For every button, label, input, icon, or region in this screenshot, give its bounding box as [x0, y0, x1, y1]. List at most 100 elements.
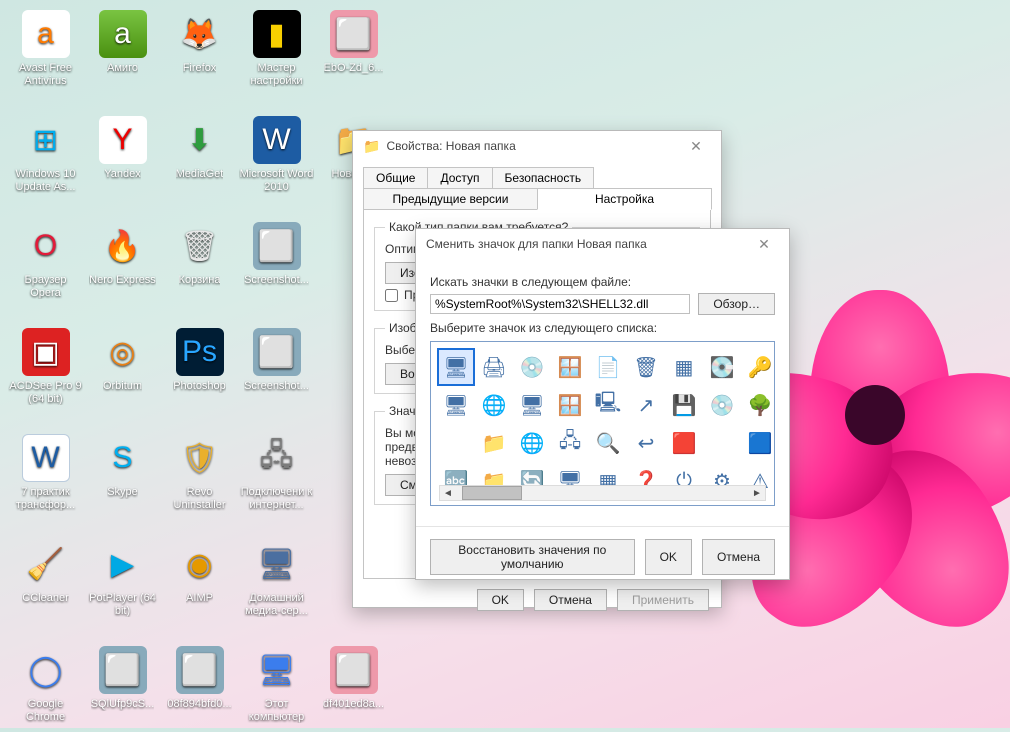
icon-choice[interactable]: 🖳	[591, 388, 625, 422]
desktop-shortcut[interactable]: 🦊Firefox	[162, 10, 237, 96]
desktop-shortcut[interactable]: WMicrosoft Word 2010	[239, 116, 314, 202]
icon-picker-list[interactable]: 🖥🖨💿🪟📄🗑▦💽🔑🖥🌐🖥🪟🖳↗💾💿🌳 📁🌐🖧🔍↩🟥 🟦🔤📁🔄🖥▦❓⏻⚙⚠📁⭐🔒 …	[430, 341, 775, 506]
close-icon[interactable]: ✕	[677, 134, 715, 158]
icon-choice[interactable]: 🖥	[515, 388, 549, 422]
restore-defaults-button[interactable]: Восстановить значения по умолчанию	[430, 539, 635, 575]
icon-choice[interactable]: 💾	[667, 388, 701, 422]
icon-choice[interactable]: 🪟	[553, 350, 587, 384]
icon-choice[interactable]: 🗑	[629, 350, 663, 384]
tab-Настройка[interactable]: Настройка	[537, 188, 712, 210]
desktop-shortcut[interactable]: ⬜Screenshot...	[239, 328, 314, 414]
shortcut-icon: 🖥	[253, 646, 301, 694]
ok-button[interactable]: OK	[477, 589, 524, 611]
desktop-shortcut[interactable]: YYandex	[85, 116, 160, 202]
desktop-shortcut[interactable]: ⊞Windows 10 Update As...	[8, 116, 83, 202]
ok-button[interactable]: OK	[645, 539, 692, 575]
shortcut-icon: Ps	[176, 328, 224, 376]
desktop-shortcut[interactable]: ◎Orbitum	[85, 328, 160, 414]
icon-choice[interactable]: 💿	[705, 388, 739, 422]
icon-choice[interactable]: 📁	[477, 426, 511, 460]
desktop-shortcut[interactable]: 🖥Этот компьютер	[239, 646, 314, 732]
shortcut-label: df401ed8a...	[323, 698, 384, 711]
icon-choice[interactable]: 🟥	[667, 426, 701, 460]
icon-file-path-input[interactable]	[430, 294, 690, 314]
tab-Предыдущие версии[interactable]: Предыдущие версии	[363, 188, 538, 210]
scroll-right-icon[interactable]: ►	[749, 486, 765, 500]
desktop-shortcut[interactable]: ▶PotPlayer (64 bit)	[85, 540, 160, 626]
icon-choice[interactable]: 🖧	[553, 426, 587, 460]
icon-choice[interactable]: 🌳	[743, 388, 775, 422]
shortcut-label: Screenshot...	[244, 380, 309, 393]
scroll-thumb[interactable]	[462, 486, 522, 500]
icon-choice[interactable]: ▦	[667, 350, 701, 384]
shortcut-icon: a	[22, 10, 70, 58]
cancel-button[interactable]: Отмена	[534, 589, 607, 611]
icon-choice[interactable]: 🖨	[477, 350, 511, 384]
browse-button[interactable]: Обзор…	[698, 293, 775, 315]
desktop-shortcut[interactable]: ◉AIMP	[162, 540, 237, 626]
desktop-shortcut[interactable]: SSkype	[85, 434, 160, 520]
icon-choice[interactable]: 🔍	[591, 426, 625, 460]
tab-Общие[interactable]: Общие	[363, 167, 428, 189]
close-icon[interactable]: ✕	[745, 232, 783, 256]
scroll-left-icon[interactable]: ◄	[440, 486, 456, 500]
icon-choice[interactable]: 🟦	[743, 426, 775, 460]
icon-choice[interactable]: 🔒	[515, 502, 549, 506]
shortcut-label: Firefox	[183, 62, 217, 75]
desktop-shortcut[interactable]: 🧹CCleaner	[8, 540, 83, 626]
desktop-shortcut[interactable]: 🖧Подключени к интернет...	[239, 434, 314, 520]
desktop-shortcut[interactable]: 🛡Revo Uninstaller	[162, 434, 237, 520]
icon-choice[interactable]: 🌐	[477, 388, 511, 422]
tab-Доступ[interactable]: Доступ	[427, 167, 492, 189]
desktop-shortcut[interactable]: aАмиго	[85, 10, 160, 96]
desktop-shortcut[interactable]: ⬜df401ed8a...	[316, 646, 391, 732]
shortcut-icon: W	[253, 116, 301, 164]
desktop-shortcut[interactable]: PsPhotoshop	[162, 328, 237, 414]
shortcut-label: Google Chrome	[8, 698, 83, 723]
shortcut-label: MediaGet	[176, 168, 224, 181]
desktop-shortcut[interactable]: ⬇MediaGet	[162, 116, 237, 202]
icon-choice[interactable]: 💽	[705, 350, 739, 384]
desktop-shortcut[interactable]: 🔥Nero Express	[85, 222, 160, 308]
desktop-shortcut[interactable]: ⬜SQlUfp9cS...	[85, 646, 160, 732]
shortcut-icon: Y	[99, 116, 147, 164]
shortcut-icon: 🔥	[99, 222, 147, 270]
desktop-shortcut[interactable]: ◯Google Chrome	[8, 646, 83, 732]
desktop-shortcut[interactable]: ⬜EbO-Zd_6...	[316, 10, 391, 96]
checkbox[interactable]	[385, 289, 398, 302]
icon-choice[interactable]	[439, 426, 473, 460]
desktop-shortcut[interactable]: 🖥Домашний медиа-сер...	[239, 540, 314, 626]
icon-choice[interactable]: 🪟	[553, 388, 587, 422]
desktop-shortcut[interactable]: W7 практик трансфор...	[8, 434, 83, 520]
icon-choice[interactable]: 📄	[591, 350, 625, 384]
desktop-shortcut[interactable]: OБраузер Opera	[8, 222, 83, 308]
icon-choice[interactable]: 🖥	[439, 388, 473, 422]
desktop-shortcut[interactable]: ▮Мастер настройки	[239, 10, 314, 96]
desktop-shortcut[interactable]: 🗑Корзина	[162, 222, 237, 308]
change-icon-titlebar[interactable]: Сменить значок для папки Новая папка ✕	[416, 229, 789, 259]
icon-choice[interactable]: 📁	[439, 502, 473, 506]
scrollbar[interactable]: ◄ ►	[439, 485, 766, 501]
icon-choice[interactable]: ↩	[629, 426, 663, 460]
icon-choice[interactable]: 🌐	[515, 426, 549, 460]
desktop-shortcut[interactable]: aAvast Free Antivirus	[8, 10, 83, 96]
properties-titlebar[interactable]: 📁 Свойства: Новая папка ✕	[353, 131, 721, 161]
cancel-button[interactable]: Отмена	[702, 539, 775, 575]
shortcut-label: Подключени к интернет...	[239, 486, 314, 511]
apply-button[interactable]: Применить	[617, 589, 709, 611]
icon-choice[interactable]: 🔑	[743, 350, 775, 384]
icon-choice[interactable]: 💿	[515, 350, 549, 384]
shortcut-icon: S	[99, 434, 147, 482]
icon-choice[interactable]: ⭐	[477, 502, 511, 506]
file-label: Искать значки в следующем файле:	[430, 275, 775, 289]
desktop-shortcut[interactable]: ⬜Screenshot...	[239, 222, 314, 308]
shortcut-label: PotPlayer (64 bit)	[85, 592, 160, 617]
shortcut-icon: a	[99, 10, 147, 58]
shortcut-label: 08f894bfd0...	[167, 698, 231, 711]
icon-choice[interactable]	[705, 426, 739, 460]
desktop-shortcut[interactable]: ⬜08f894bfd0...	[162, 646, 237, 732]
icon-choice[interactable]: 🖥	[439, 350, 473, 384]
icon-choice[interactable]: ↗	[629, 388, 663, 422]
desktop-shortcut[interactable]: ▣ACDSee Pro 9 (64 bit)	[8, 328, 83, 414]
tab-Безопасность[interactable]: Безопасность	[492, 167, 595, 189]
